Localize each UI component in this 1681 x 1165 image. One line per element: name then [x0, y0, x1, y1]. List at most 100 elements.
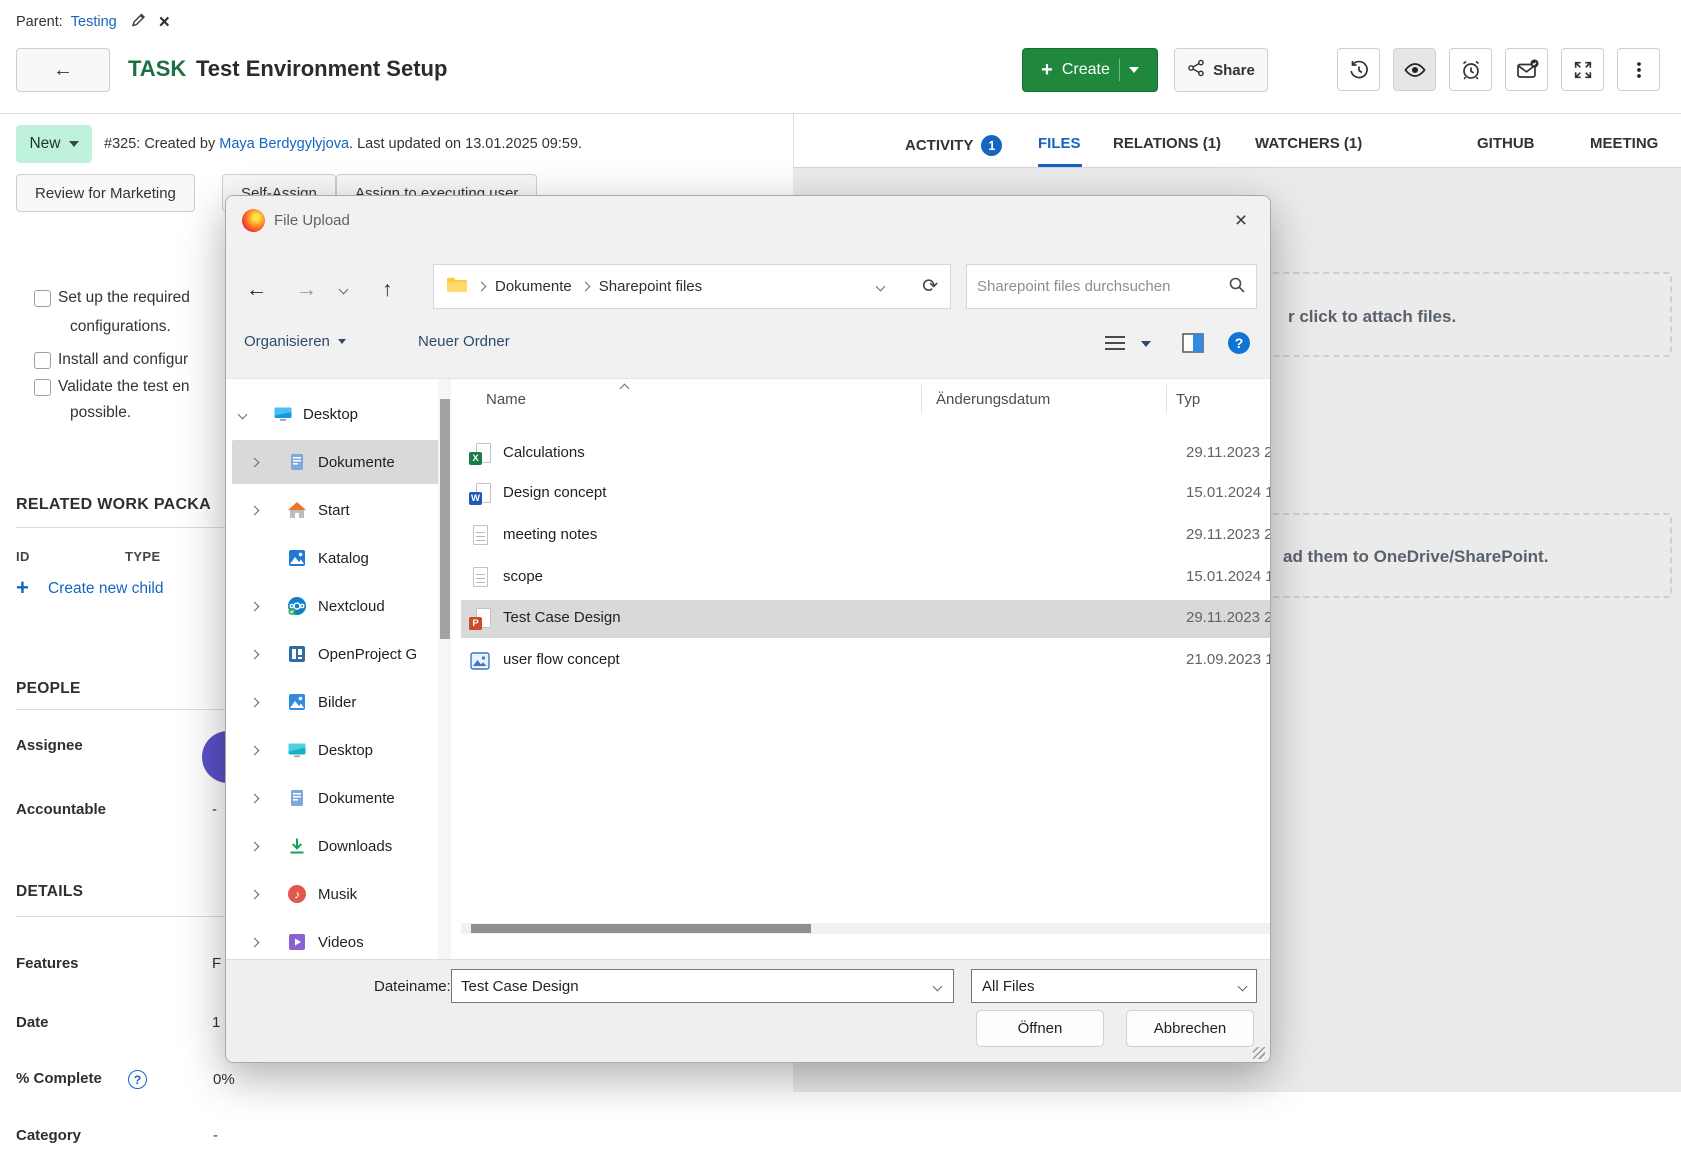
address-bar[interactable]: Dokumente Sharepoint files ⟳ — [433, 264, 951, 309]
meta-suffix: . Last updated on 13.01.2025 09:59. — [349, 136, 582, 152]
tree-item-bilder[interactable]: Bilder — [226, 680, 451, 724]
view-list-icon[interactable] — [1104, 335, 1126, 355]
tree-item-dokumente-2[interactable]: Dokumente — [226, 776, 451, 820]
nextcloud-icon — [287, 596, 307, 616]
organize-menu[interactable]: Organisieren — [244, 333, 346, 350]
tree-label: Desktop — [303, 406, 358, 423]
tree-item-katalog[interactable]: Katalog — [226, 536, 451, 580]
column-separator[interactable] — [1166, 385, 1167, 413]
nav-forward-icon[interactable]: → — [296, 279, 317, 300]
edit-parent-icon[interactable] — [131, 12, 147, 32]
watch-button[interactable] — [1393, 48, 1436, 91]
tree-item-downloads[interactable]: Downloads — [226, 824, 451, 868]
status-dropdown[interactable]: New — [16, 125, 92, 163]
back-button[interactable]: ← — [16, 48, 110, 92]
view-dropdown-icon[interactable] — [1141, 341, 1151, 347]
scrollbar-thumb[interactable] — [440, 399, 450, 639]
cancel-button[interactable]: Abbrechen — [1126, 1010, 1254, 1047]
list-horizontal-scrollbar[interactable] — [461, 923, 1270, 934]
create-button[interactable]: + Create — [1022, 48, 1158, 92]
column-header-modified[interactable]: Änderungsdatum — [936, 391, 1050, 408]
expand-icon — [1572, 59, 1594, 81]
filename-input[interactable] — [452, 978, 934, 995]
column-separator[interactable] — [921, 385, 922, 413]
file-row-calculations[interactable]: X Calculations 29.11.2023 23:47 Microsof… — [461, 435, 1270, 473]
date-value[interactable]: 1 — [212, 1014, 220, 1031]
percent-complete-value[interactable]: 0% — [213, 1071, 235, 1088]
reminder-button[interactable] — [1449, 48, 1492, 91]
address-dropdown-icon[interactable] — [876, 282, 886, 292]
scrollbar-thumb[interactable] — [471, 924, 811, 933]
checkbox-validate[interactable] — [34, 379, 51, 396]
tree-item-nextcloud[interactable]: Nextcloud — [226, 584, 451, 628]
file-row-scope[interactable]: scope 15.01.2024 15:21 Textdokumen — [461, 559, 1270, 597]
nav-back-icon[interactable]: ← — [246, 279, 267, 300]
review-label: Review for Marketing — [35, 185, 176, 202]
tab-watchers[interactable]: WATCHERS (1) — [1255, 135, 1362, 152]
checklist-line-5: possible. — [70, 404, 131, 422]
tree-item-musik[interactable]: ♪ Musik — [226, 872, 451, 916]
review-for-marketing-button[interactable]: Review for Marketing — [16, 174, 195, 212]
tab-github[interactable]: GITHUB — [1477, 135, 1535, 152]
tab-files-label: FILES — [1038, 135, 1081, 152]
nav-up-icon[interactable]: ↑ — [382, 279, 393, 300]
tab-activity[interactable]: ACTIVITY 1 — [905, 135, 1002, 156]
category-value[interactable]: - — [213, 1127, 218, 1144]
checkbox-setup[interactable] — [34, 290, 51, 307]
tree-item-videos[interactable]: Videos — [226, 920, 451, 959]
search-input[interactable] — [977, 278, 1228, 295]
tab-meeting[interactable]: MEETING — [1590, 135, 1658, 152]
breadcrumb-sharepoint-files[interactable]: Sharepoint files — [599, 278, 702, 295]
file-modified: 15.01.2024 15:21 — [1186, 568, 1270, 585]
column-header-type[interactable]: Typ — [1176, 391, 1200, 408]
column-header-name[interactable]: Name — [486, 391, 526, 408]
features-value[interactable]: F — [212, 955, 221, 972]
excel-file-icon: X — [469, 443, 491, 465]
open-button[interactable]: Öffnen — [976, 1010, 1104, 1047]
tree-label: Dokumente — [318, 454, 395, 471]
share-button[interactable]: Share — [1174, 48, 1268, 92]
create-new-child-link[interactable]: Create new child — [48, 580, 163, 598]
tree-item-desktop[interactable]: Desktop — [226, 728, 451, 772]
text-file-icon — [469, 567, 491, 589]
chevron-down-icon[interactable] — [933, 981, 943, 991]
status-label: New — [29, 135, 60, 153]
tab-relations[interactable]: RELATIONS (1) — [1113, 135, 1221, 152]
tab-github-label: GITHUB — [1477, 135, 1535, 152]
resize-grip[interactable] — [1253, 1047, 1265, 1059]
tree-item-start[interactable]: Start — [226, 488, 451, 532]
mail-check-icon — [1515, 58, 1539, 82]
tree-item-openproject[interactable]: OpenProject G — [226, 632, 451, 676]
plus-icon[interactable]: + — [16, 575, 29, 601]
author-link[interactable]: Maya Berdygylyjova — [219, 136, 349, 152]
checkbox-install[interactable] — [34, 352, 51, 369]
file-row-meeting-notes[interactable]: meeting notes 29.11.2023 23:32 Textdokum… — [461, 517, 1270, 555]
history-button[interactable] — [1337, 48, 1380, 91]
search-field — [966, 264, 1257, 309]
tree-scrollbar[interactable] — [438, 379, 451, 959]
share-icon — [1187, 59, 1205, 81]
notification-mail-button[interactable] — [1505, 48, 1548, 91]
tree-item-desktop-root[interactable]: Desktop — [226, 392, 451, 436]
tab-files[interactable]: FILES — [1038, 135, 1081, 152]
file-row-user-flow-concept[interactable]: user flow concept 21.09.2023 15:03 JPG-D… — [461, 642, 1270, 680]
checklist-line-2: configurations. — [70, 318, 171, 336]
breadcrumb-dokumente[interactable]: Dokumente — [495, 278, 572, 295]
tree-item-dokumente[interactable]: Dokumente — [226, 440, 451, 484]
accountable-value[interactable]: - — [212, 801, 217, 818]
search-icon[interactable] — [1228, 276, 1246, 298]
help-icon[interactable]: ? — [1228, 332, 1250, 354]
fullscreen-button[interactable] — [1561, 48, 1604, 91]
preview-pane-icon[interactable] — [1182, 333, 1204, 357]
parent-link[interactable]: Testing — [71, 14, 117, 30]
sort-ascending-icon — [620, 384, 630, 394]
file-type-filter-select[interactable]: All Files — [971, 969, 1257, 1003]
help-icon[interactable]: ? — [128, 1070, 147, 1089]
file-row-design-concept[interactable]: W Design concept 15.01.2024 11:39 Micros… — [461, 475, 1270, 513]
refresh-icon[interactable]: ⟳ — [922, 277, 938, 296]
file-row-test-case-design[interactable]: P Test Case Design 29.11.2023 23:47 Micr… — [461, 600, 1270, 638]
more-menu-button[interactable] — [1617, 48, 1660, 91]
close-icon[interactable]: × — [1226, 206, 1256, 236]
new-folder-button[interactable]: Neuer Ordner — [418, 333, 510, 350]
remove-parent-icon[interactable]: × — [159, 13, 170, 32]
